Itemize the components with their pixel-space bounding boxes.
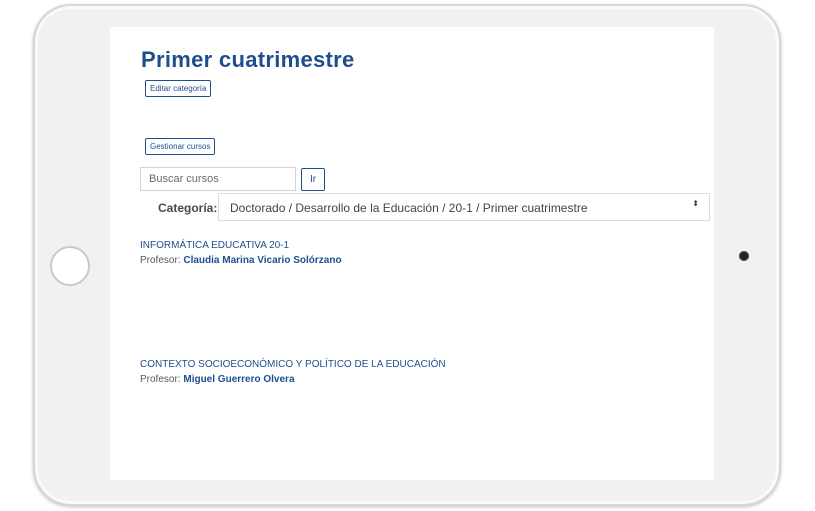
camera-icon xyxy=(739,251,749,261)
category-label: Categoría: xyxy=(158,201,218,215)
teacher-name-link[interactable]: Miguel Guerrero Olvera xyxy=(183,374,294,385)
manage-courses-button[interactable]: Gestionar cursos xyxy=(145,138,216,155)
screen: Primer cuatrimestre Editar categoría Ges… xyxy=(110,27,714,480)
edit-category-button[interactable]: Editar categoría xyxy=(145,80,212,97)
course-item: CONTEXTO SOCIOECONÓMICO Y POLÍTICO DE LA… xyxy=(140,359,446,385)
course-teacher: Profesor: Claudia Marina Vicario Solórza… xyxy=(140,255,342,266)
teacher-prefix: Profesor: xyxy=(140,255,181,266)
category-select[interactable]: Doctorado / Desarrollo de la Educación /… xyxy=(218,193,710,221)
select-arrows-icon: ⬍ xyxy=(692,199,699,208)
home-button[interactable] xyxy=(50,246,90,286)
teacher-prefix: Profesor: xyxy=(140,374,181,385)
search-courses-input[interactable] xyxy=(140,167,296,191)
search-go-button[interactable]: Ir xyxy=(301,168,325,191)
course-teacher: Profesor: Miguel Guerrero Olvera xyxy=(140,374,446,385)
course-item: INFORMÁTICA EDUCATIVA 20-1 Profesor: Cla… xyxy=(140,240,342,266)
teacher-name-link[interactable]: Claudia Marina Vicario Solórzano xyxy=(183,255,341,266)
course-title-link[interactable]: CONTEXTO SOCIOECONÓMICO Y POLÍTICO DE LA… xyxy=(140,359,446,370)
page-title: Primer cuatrimestre xyxy=(141,47,355,72)
stage: Primer cuatrimestre Editar categoría Ges… xyxy=(0,0,815,511)
category-selected-value: Doctorado / Desarrollo de la Educación /… xyxy=(230,201,588,215)
course-title-link[interactable]: INFORMÁTICA EDUCATIVA 20-1 xyxy=(140,240,342,251)
